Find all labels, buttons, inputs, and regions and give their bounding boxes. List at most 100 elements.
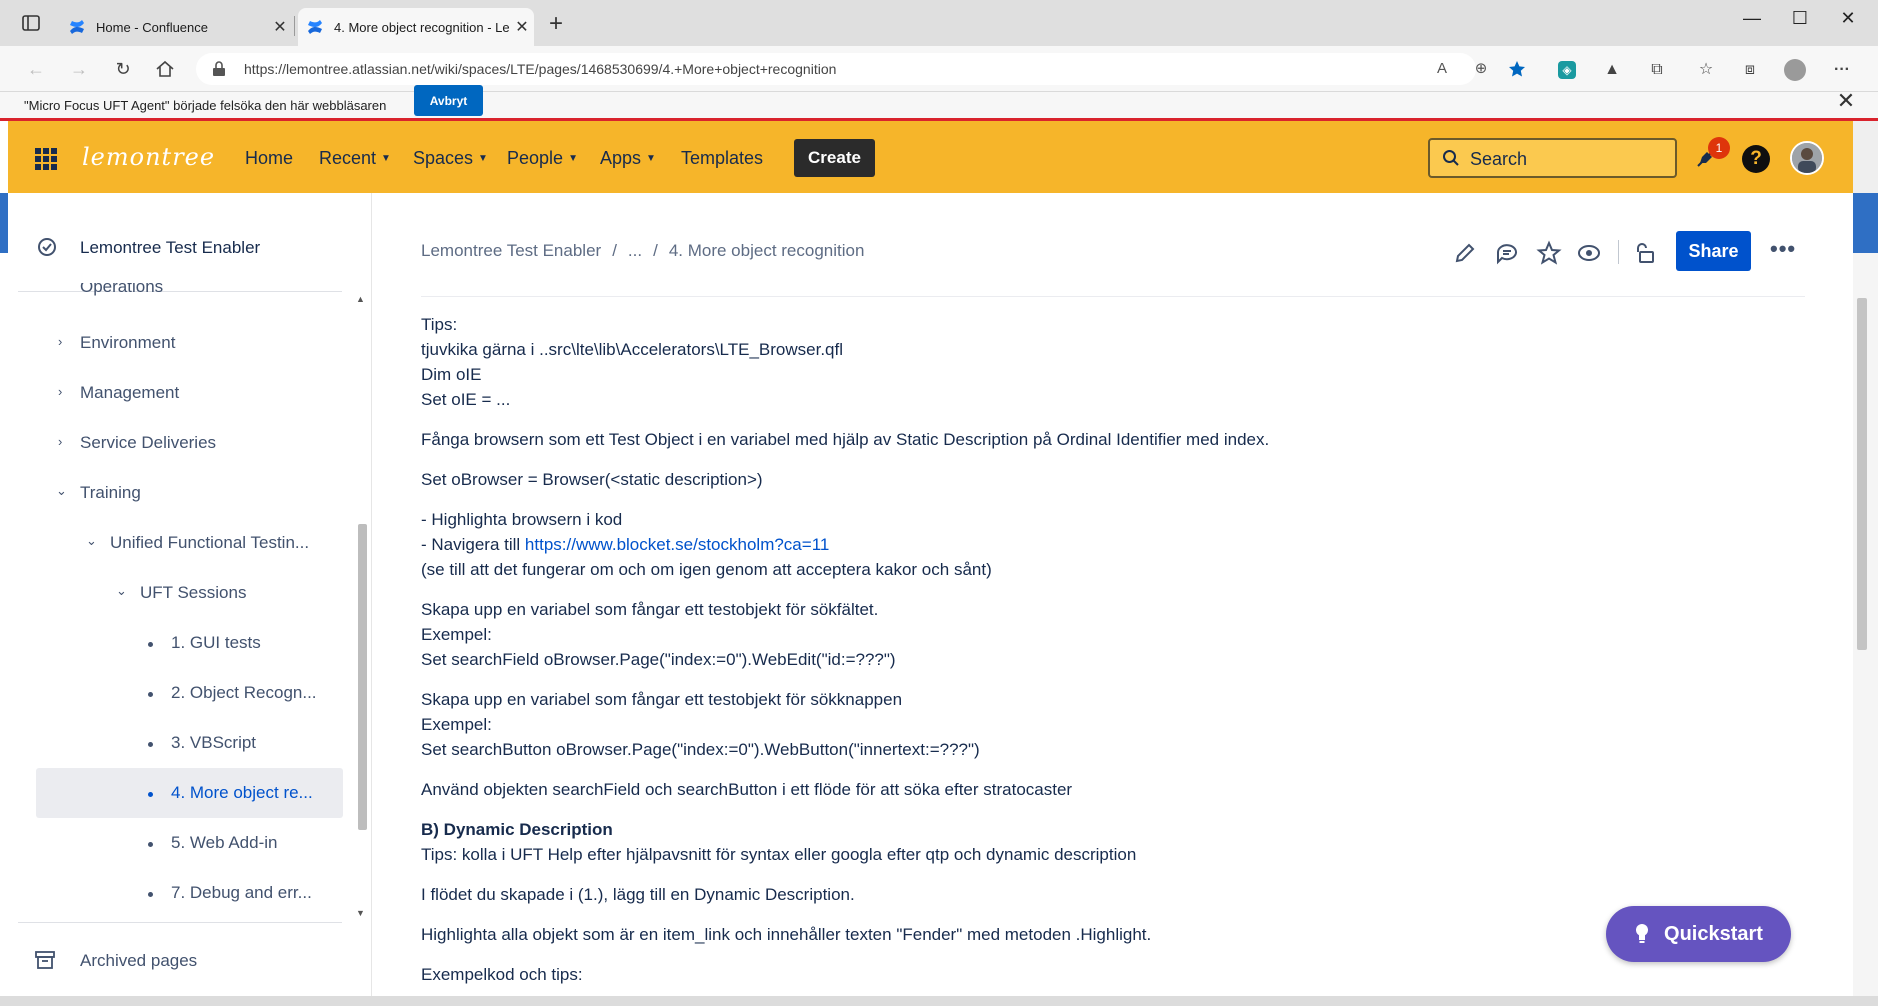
nav-people[interactable]: People ▼ [507,148,578,169]
space-name[interactable]: Lemontree Test Enabler [80,238,260,258]
extensions-puzzle-icon[interactable]: ⧉ [1646,59,1668,81]
help-icon[interactable]: ? [1742,145,1770,173]
lock-icon[interactable] [212,61,226,77]
chevron-down-icon: ▼ [381,153,391,164]
sidebar-item-operations[interactable]: Operations [80,283,163,297]
text-line: Exempel: [421,625,492,644]
sidebar-item-label: Service Deliveries [80,433,217,452]
sidebar-item-vbscript[interactable]: 3. VBScript [171,733,256,753]
blocket-link[interactable]: https://www.blocket.se/stockholm?ca=11 [525,535,829,554]
star-icon[interactable] [1536,240,1562,266]
text-line: Dim oIE [421,365,482,384]
confluence-icon [308,20,322,34]
lemontree-logo[interactable]: lemontree [82,143,215,171]
nav-label: Apps [600,148,642,168]
nav-recent[interactable]: Recent ▼ [319,148,391,169]
nav-label: Templates [681,148,764,168]
paragraph: Skapa upp en variabel som fångar ett tes… [421,687,1801,762]
window-bottom-edge [0,996,1878,1006]
cancel-debug-button[interactable]: Avbryt [414,85,483,116]
tab-more-object-recognition[interactable]: 4. More object recognition - Lemontree T… [298,8,534,46]
watch-icon[interactable] [1576,240,1602,266]
archive-icon[interactable] [34,950,56,970]
tab-actions-icon[interactable] [20,12,42,34]
close-info-bar-icon[interactable]: ✕ [1832,88,1860,114]
sidebar-scrollbar[interactable] [358,524,367,830]
more-actions-icon[interactable]: ••• [1770,236,1796,262]
sidebar-item-more-object-recognition[interactable]: 4. More object re... [171,783,313,803]
edit-icon[interactable] [1452,240,1478,266]
chevron-right-icon[interactable]: › [58,434,62,449]
extension-teal-icon[interactable]: ◈ [1558,61,1576,79]
profile-icon[interactable] [1784,59,1806,81]
back-icon[interactable]: ← [22,56,50,82]
page-edge-accent [1853,193,1878,253]
chevron-down-icon[interactable]: ⌄ [116,583,127,599]
nav-label: Spaces [413,148,474,168]
tab-separator [294,16,295,36]
restrictions-unlock-icon[interactable] [1632,240,1658,266]
collections-icon[interactable]: ⧈ [1739,59,1761,81]
paragraph: Skapa upp en variabel som fångar ett tes… [421,597,1801,672]
url-text[interactable]: https://lemontree.atlassian.net/wiki/spa… [244,61,836,77]
debug-info-bar: "Micro Focus UFT Agent" började felsöka … [0,92,1878,120]
refresh-icon[interactable]: ↻ [109,56,137,82]
extension-triangle-icon[interactable]: ▲ [1601,59,1623,81]
avatar[interactable] [1790,141,1824,175]
tab-home-confluence[interactable]: Home - Confluence ✕ [60,8,292,46]
comment-icon[interactable] [1494,240,1520,266]
main-scrollbar[interactable] [1857,298,1867,650]
paragraph: Fånga browsern som ett Test Object i en … [421,430,1270,449]
sidebar-divider [18,291,342,292]
sidebar-item-web-add-in[interactable]: 5. Web Add-in [171,833,277,853]
chevron-down-icon[interactable]: ⌄ [86,533,97,549]
lightbulb-icon [1636,924,1649,943]
scroll-down-icon[interactable]: ▼ [356,908,365,918]
text-line: tjuvkika gärna i ..src\lte\lib\Accelerat… [421,340,844,359]
sidebar-item-gui-tests[interactable]: 1. GUI tests [171,633,261,653]
sidebar-item-label: 2. Object Recogn... [171,683,317,702]
share-button[interactable]: Share [1676,231,1751,271]
maximize-icon[interactable]: ☐ [1778,8,1822,29]
nav-label: Recent [319,148,377,168]
breadcrumb-ellipsis[interactable]: ... [628,241,642,260]
bullet-icon [148,792,153,797]
nav-home[interactable]: Home [245,148,293,169]
archived-pages-link[interactable]: Archived pages [80,951,197,971]
forward-icon[interactable]: → [65,56,93,82]
breadcrumb-current[interactable]: 4. More object recognition [669,241,865,260]
home-icon[interactable] [154,58,176,80]
favorite-star-icon[interactable] [1507,59,1527,79]
notification-badge: 1 [1708,137,1730,159]
breadcrumb-space[interactable]: Lemontree Test Enabler [421,241,601,260]
close-tab-icon[interactable]: ✕ [510,17,534,37]
chevron-down-icon: ▼ [478,153,488,164]
chevron-down-icon[interactable]: ⌄ [56,483,67,499]
close-window-icon[interactable]: ✕ [1826,8,1870,29]
app-switcher-icon[interactable] [35,148,57,170]
scroll-up-icon[interactable]: ▲ [356,294,365,304]
sidebar-item-object-recognition[interactable]: 2. Object Recogn... [171,683,317,703]
close-tab-icon[interactable]: ✕ [268,17,292,37]
space-check-icon[interactable] [36,236,58,258]
paragraph: Set oBrowser = Browser(<static descripti… [421,470,763,489]
nav-spaces[interactable]: Spaces ▼ [413,148,488,169]
new-tab-icon[interactable]: + [542,10,570,38]
chevron-right-icon[interactable]: › [58,384,62,399]
minimize-icon[interactable]: — [1730,8,1774,29]
quickstart-button[interactable]: Quickstart [1606,906,1791,962]
read-aloud-icon[interactable]: A [1432,59,1452,79]
more-menu-icon[interactable]: ··· [1831,59,1853,81]
nav-apps[interactable]: Apps ▼ [600,148,656,169]
sidebar-item-debug-and-error[interactable]: 7. Debug and err... [171,883,312,903]
bullet-icon [148,842,153,847]
zoom-icon[interactable]: ⊕ [1471,59,1491,79]
url-bar[interactable]: https://lemontree.atlassian.net/wiki/spa… [196,53,1525,85]
create-button[interactable]: Create [794,139,875,177]
search-input[interactable]: Search [1428,138,1677,178]
favorites-icon[interactable]: ☆ [1695,59,1717,81]
nav-templates[interactable]: Templates [681,148,763,169]
sidebar-item-label: 5. Web Add-in [171,833,278,852]
chevron-right-icon[interactable]: › [58,334,62,349]
sidebar-divider [18,922,342,923]
